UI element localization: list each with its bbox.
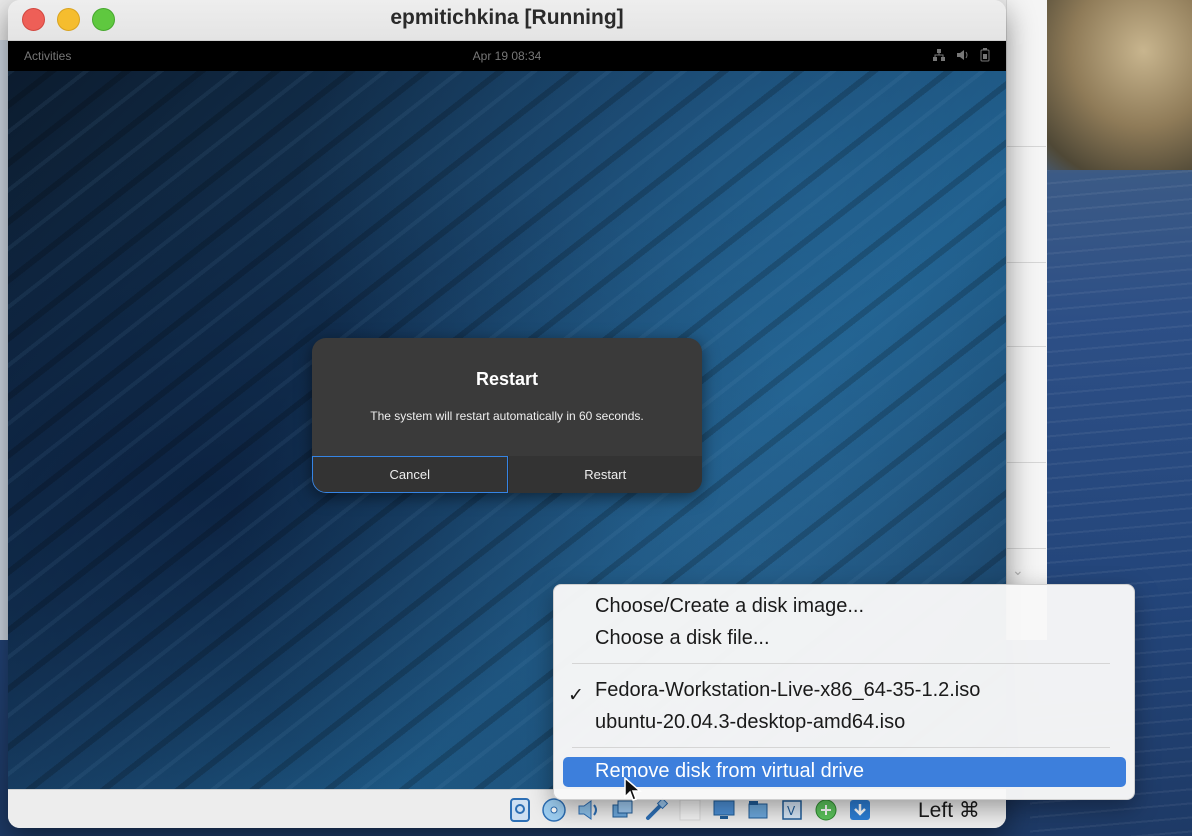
keyboard-icon[interactable] <box>846 796 874 824</box>
menu-item-remove-disk[interactable]: Remove disk from virtual drive <box>563 757 1126 787</box>
window-title: epmitichkina [Running] <box>390 6 624 29</box>
mouse-integration-icon[interactable] <box>812 796 840 824</box>
network-wired-icon <box>933 49 945 61</box>
shared-folder-icon[interactable] <box>676 796 704 824</box>
background-window-edge <box>0 40 8 640</box>
clock[interactable]: Apr 19 08:34 <box>8 49 1006 63</box>
usb-icon[interactable] <box>642 796 670 824</box>
title-bar[interactable]: epmitichkina [Running] <box>8 0 1006 41</box>
checkmark-icon: ✓ <box>568 685 584 706</box>
cancel-button[interactable]: Cancel <box>312 456 508 493</box>
battery-icon <box>980 48 990 62</box>
list-divider <box>1006 462 1046 463</box>
optical-drive-context-menu: Choose/Create a disk image... Choose a d… <box>553 584 1135 800</box>
background-window-list <box>1006 0 1047 640</box>
hard-disk-icon[interactable] <box>506 796 534 824</box>
dialog-title: Restart <box>475 369 539 389</box>
list-divider <box>1006 146 1046 147</box>
list-divider <box>1006 262 1046 263</box>
mouse-pointer-icon <box>624 777 642 801</box>
menu-separator <box>572 747 1110 748</box>
list-divider <box>1006 548 1046 549</box>
audio-icon[interactable] <box>574 796 602 824</box>
menu-separator <box>572 663 1110 664</box>
dialog-message: The system will restart automatically in… <box>370 409 644 423</box>
menu-item-choose-create-disk-image[interactable]: Choose/Create a disk image... <box>595 595 864 618</box>
system-tray[interactable] <box>932 48 990 62</box>
restart-button[interactable]: Restart <box>507 456 703 493</box>
status-icons: V <box>506 796 874 824</box>
menu-item-ubuntu-iso[interactable]: ubuntu-20.04.3-desktop-amd64.iso <box>595 711 905 734</box>
display-icon[interactable] <box>710 796 738 824</box>
list-divider <box>1006 346 1046 347</box>
volume-icon <box>957 50 968 60</box>
host-key-label[interactable]: Left ⌘ <box>918 798 980 823</box>
gnome-top-bar: Activities Apr 19 08:34 <box>8 41 1006 71</box>
chevron-down-icon[interactable]: ⌄ <box>1012 562 1024 579</box>
svg-text:V: V <box>787 804 796 818</box>
menu-item-fedora-iso[interactable]: Fedora-Workstation-Live-x86_64-35-1.2.is… <box>595 679 980 702</box>
menu-item-choose-disk-file[interactable]: Choose a disk file... <box>595 627 770 650</box>
optical-disk-icon[interactable] <box>540 796 568 824</box>
cpu-icon[interactable]: V <box>778 796 806 824</box>
desktop-wallpaper-cliff <box>1030 0 1192 170</box>
restart-dialog: Restart The system will restart automati… <box>312 338 702 493</box>
recording-icon[interactable] <box>744 796 772 824</box>
dialog-button-row: Cancel Restart <box>312 456 702 493</box>
